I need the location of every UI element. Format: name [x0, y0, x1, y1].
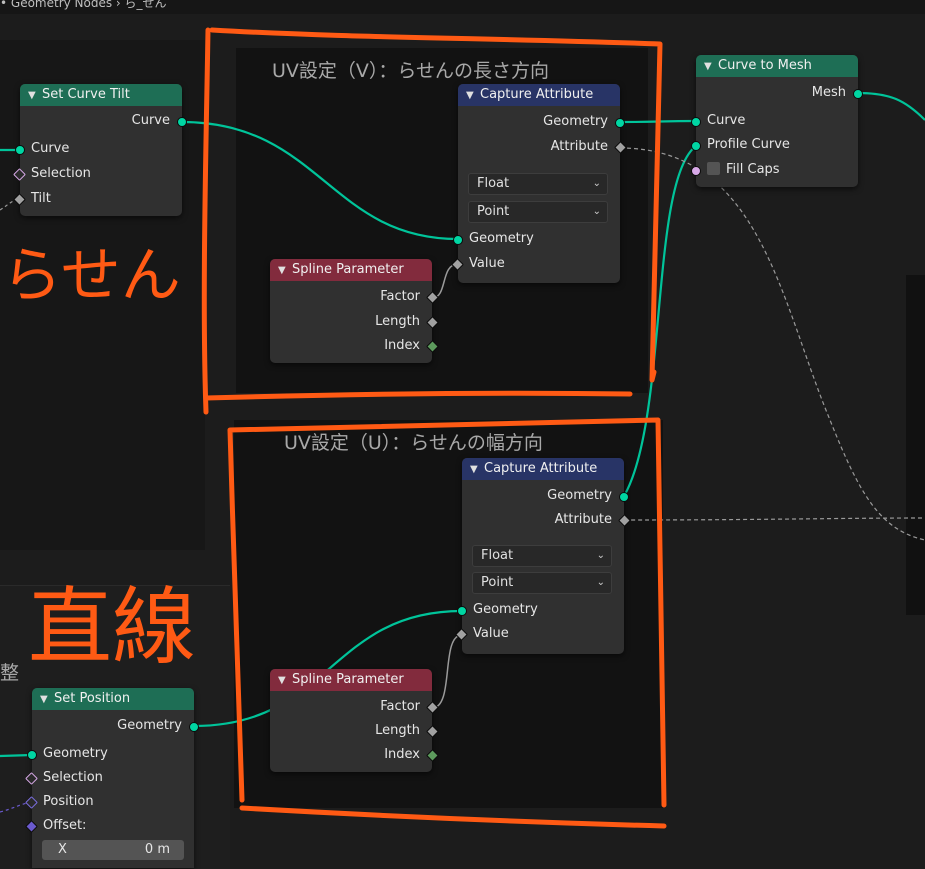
- annotation-box-straight: [227, 417, 667, 829]
- hand-drawn-annotations: らせん 直線: [2, 27, 667, 829]
- annotation-box-spiral: [201, 27, 663, 415]
- annotation-straight-text: 直線: [28, 578, 196, 676]
- annotation-spiral-text: らせん: [2, 241, 181, 311]
